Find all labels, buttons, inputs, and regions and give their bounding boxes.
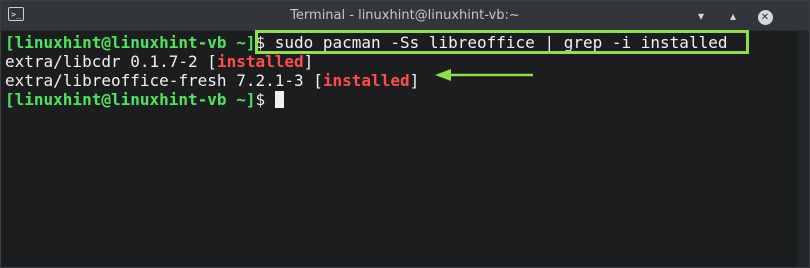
bracket-open: [ bbox=[313, 71, 323, 90]
output-line-libreoffice-fresh: extra/libreoffice-fresh 7.2.1-3 [install… bbox=[5, 71, 797, 90]
close-icon[interactable]: ✕ bbox=[757, 10, 773, 25]
minimize-icon[interactable]: ▾ bbox=[693, 8, 709, 24]
prompt-line: [linuxhint@linuxhint-vb ~]$ bbox=[5, 90, 797, 109]
window-title: Terminal - linuxhint@linuxhint-vb:~ bbox=[290, 8, 520, 23]
terminal-window: >_ Terminal - linuxhint@linuxhint-vb:~ ▾… bbox=[0, 0, 810, 268]
prompt-dollar: $ bbox=[255, 90, 266, 109]
maximize-icon[interactable]: ▴ bbox=[725, 8, 741, 24]
package-name: extra/libcdr 0.1.7-2 bbox=[5, 52, 208, 71]
text-cursor bbox=[274, 91, 284, 108]
annotation-arrow-icon bbox=[435, 69, 533, 81]
scrollbar[interactable] bbox=[798, 31, 809, 267]
shell-prompt: [linuxhint@linuxhint-vb ~] bbox=[5, 33, 256, 52]
package-name: extra/libreoffice-fresh 7.2.1-3 bbox=[5, 71, 314, 90]
bracket-close: ] bbox=[303, 52, 314, 71]
bracket-close: ] bbox=[409, 71, 420, 90]
shell-prompt: [linuxhint@linuxhint-vb ~] bbox=[5, 90, 256, 109]
command-highlight-box bbox=[255, 30, 749, 54]
installed-label: installed bbox=[322, 71, 410, 90]
bracket-open: [ bbox=[207, 52, 217, 71]
output-line-libcdr: extra/libcdr 0.1.7-2 [installed] bbox=[5, 52, 797, 71]
close-button[interactable]: ✕ bbox=[757, 8, 773, 25]
installed-label: installed bbox=[216, 52, 304, 71]
title-bar[interactable]: >_ Terminal - linuxhint@linuxhint-vb:~ ▾… bbox=[1, 1, 809, 31]
terminal-output[interactable]: [linuxhint@linuxhint-vb ~]$ sudo pacman … bbox=[1, 31, 797, 267]
